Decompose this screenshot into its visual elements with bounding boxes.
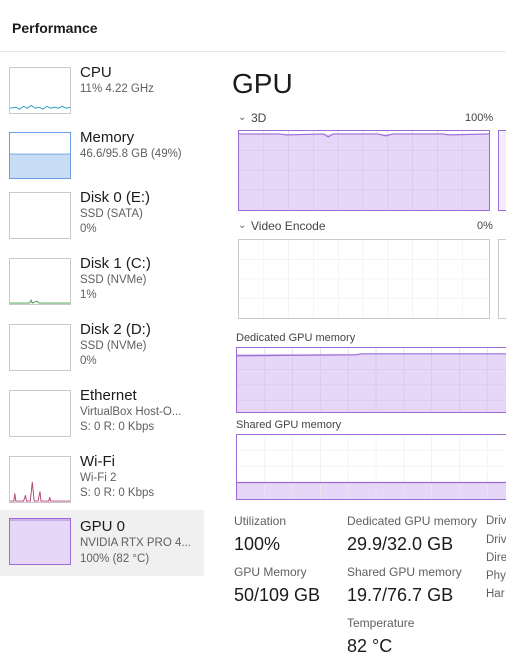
engine-video-decode-graph (498, 239, 506, 319)
sidebar-item-wifi[interactable]: Wi-Fi Wi-Fi 2 S: 0 R: 0 Kbps (0, 451, 204, 517)
dedicated-memory-value: 29.9/32.0 GB (347, 534, 454, 554)
sidebar-item-disk-2[interactable]: Disk 2 (D:) SSD (NVMe) 0% (0, 319, 204, 385)
sidebar-item-detail: SSD (NVMe) (80, 274, 147, 286)
temperature-value: 82 °C (347, 636, 393, 656)
gpu-memory-value: 50/109 GB (234, 585, 321, 605)
disk-1-thumbnail (9, 258, 71, 305)
physical-location-label: Phy (486, 570, 506, 582)
driver-version-label: Driv (486, 515, 506, 527)
cpu-thumbnail (9, 67, 71, 114)
engine-video-encode-percent: 0% (477, 220, 493, 232)
engine-selector-video-encode[interactable]: Video Encode (251, 219, 326, 233)
sidebar-item-detail-2: 1% (80, 289, 97, 301)
sidebar-item-label: CPU (80, 64, 112, 81)
utilization-label: Utilization (234, 514, 287, 528)
disk-0-thumbnail (9, 192, 71, 239)
driver-date-label: Driv (486, 534, 506, 546)
shared-memory-value: 19.7/76.7 GB (347, 585, 454, 605)
hardware-reserved-label: Har (486, 588, 505, 600)
engine-3d-percent: 100% (465, 112, 494, 124)
sidebar-item-detail: NVIDIA RTX PRO 4... (80, 537, 191, 549)
sidebar-item-label: GPU 0 (80, 518, 126, 535)
sidebar-item-label: Wi-Fi (80, 453, 115, 470)
memory-thumbnail (9, 132, 71, 179)
wifi-thumbnail (9, 456, 71, 503)
chevron-down-icon[interactable]: ⌄ (238, 220, 246, 231)
dedicated-memory-graph-label: Dedicated GPU memory (236, 332, 356, 344)
sidebar-item-memory[interactable]: Memory 46.6/95.8 GB (49%) (0, 127, 204, 193)
sidebar-item-disk-0[interactable]: Disk 0 (E:) SSD (SATA) 0% (0, 187, 204, 253)
chevron-down-icon[interactable]: ⌄ (238, 112, 246, 123)
sidebar-item-detail: VirtualBox Host-O... (80, 406, 182, 418)
engine-selector-3d[interactable]: 3D (251, 111, 266, 125)
sidebar-item-label: Memory (80, 129, 135, 146)
sidebar-item-label: Ethernet (80, 387, 137, 404)
gpu-memory-label: GPU Memory (234, 565, 307, 579)
sidebar-item-detail: 46.6/95.8 GB (49%) (80, 148, 182, 160)
header: Performance (0, 0, 506, 52)
shared-memory-graph-label: Shared GPU memory (236, 419, 342, 431)
sidebar-item-detail-2: S: 0 R: 0 Kbps (80, 487, 155, 499)
sidebar-item-cpu[interactable]: CPU 11% 4.22 GHz (0, 62, 204, 128)
sidebar-item-detail: 11% 4.22 GHz (80, 83, 154, 95)
sidebar-item-gpu-0[interactable]: GPU 0 NVIDIA RTX PRO 4... 100% (82 °C) (0, 510, 204, 576)
page-title: Performance (12, 20, 98, 36)
utilization-value: 100% (234, 534, 281, 554)
ethernet-thumbnail (9, 390, 71, 437)
sidebar: CPU 11% 4.22 GHz Memory 46.6/95.8 GB (49… (0, 52, 204, 667)
dedicated-memory-label: Dedicated GPU memory (347, 514, 478, 528)
engine-video-encode-graph (238, 239, 490, 319)
directx-version-label: Dire (486, 552, 506, 564)
sidebar-item-detail-2: 100% (82 °C) (80, 553, 150, 565)
sidebar-item-detail: Wi-Fi 2 (80, 472, 117, 484)
gpu-0-thumbnail (9, 518, 71, 565)
sidebar-item-label: Disk 0 (E:) (80, 189, 151, 206)
sidebar-item-label: Disk 1 (C:) (80, 255, 151, 272)
gpu-title: GPU (232, 68, 293, 99)
sidebar-item-detail-2: S: 0 R: 0 Kbps (80, 421, 155, 433)
engine-3d-graph (238, 130, 490, 211)
temperature-label: Temperature (347, 616, 415, 630)
sidebar-item-disk-1[interactable]: Disk 1 (C:) SSD (NVMe) 1% (0, 253, 204, 319)
engine-copy-graph (498, 130, 506, 211)
sidebar-item-detail: SSD (NVMe) (80, 340, 147, 352)
dedicated-memory-graph (236, 347, 506, 413)
sidebar-item-detail-2: 0% (80, 223, 97, 235)
sidebar-item-ethernet[interactable]: Ethernet VirtualBox Host-O... S: 0 R: 0 … (0, 385, 204, 451)
shared-memory-label: Shared GPU memory (347, 565, 462, 579)
gpu-detail-panel: GPU ⌄ 3D 100% ⌄ Video Encode 0% Dedicate… (204, 52, 506, 667)
sidebar-item-detail-2: 0% (80, 355, 97, 367)
disk-2-thumbnail (9, 324, 71, 371)
shared-memory-graph (236, 434, 506, 500)
sidebar-item-label: Disk 2 (D:) (80, 321, 151, 338)
sidebar-item-detail: SSD (SATA) (80, 208, 143, 220)
